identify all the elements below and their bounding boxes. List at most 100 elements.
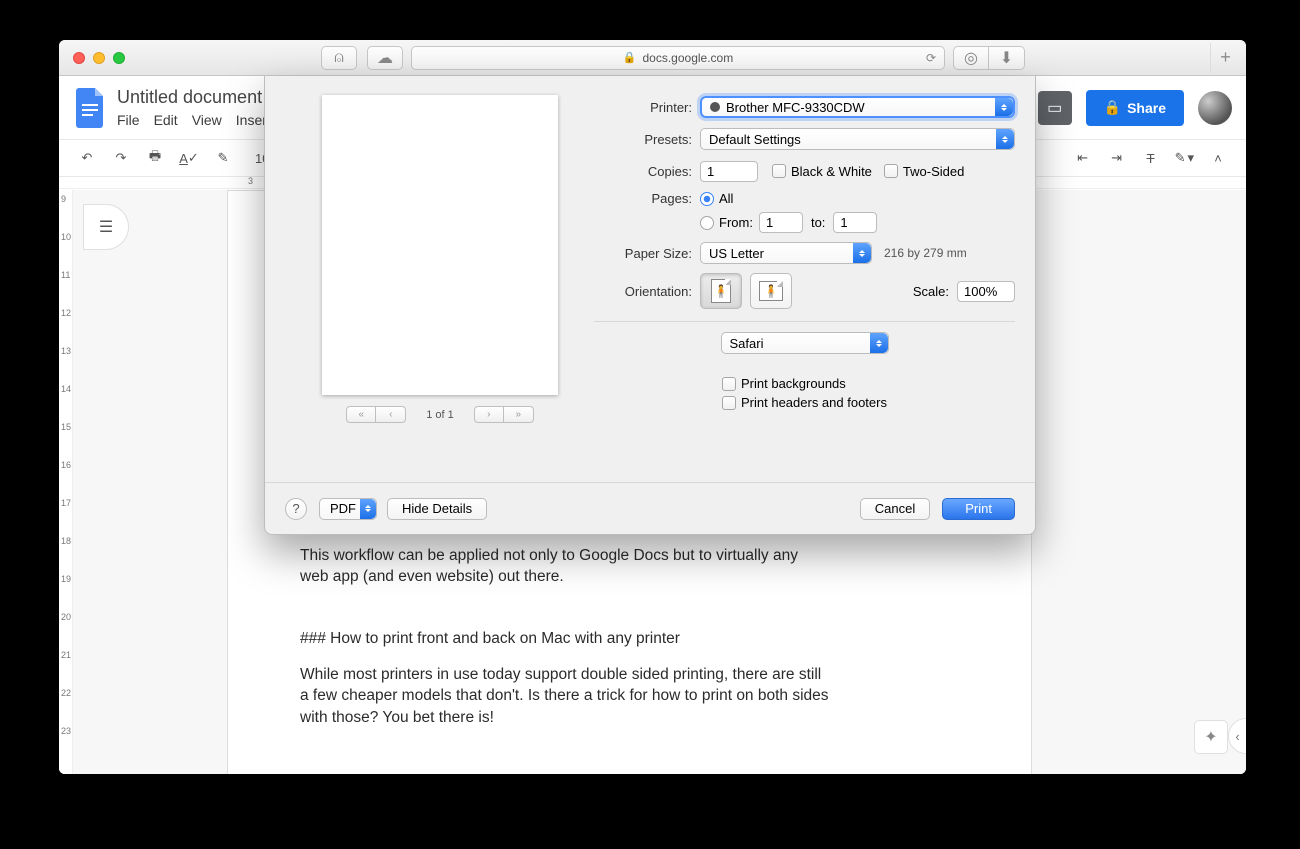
print-button[interactable]: Print [942,498,1015,520]
preview-first-button[interactable]: « [346,406,376,423]
print-headers-footers-label: Print headers and footers [741,395,887,410]
orientation-portrait-button[interactable]: 🧍 [700,273,742,309]
app-options-value: Safari [730,336,764,351]
pages-all-label: All [719,191,733,206]
presets-select[interactable]: Default Settings [700,128,1015,150]
dialog-footer: ? PDF Hide Details Cancel Print [265,482,1035,534]
chat-icon: ▭ [1047,98,1062,118]
preview-next-button[interactable]: › [474,406,504,423]
new-tab-button[interactable]: + [1210,43,1240,73]
printer-status-icon [710,102,720,112]
address-bar[interactable]: 🔒 docs.google.com ⟳ [411,46,945,70]
toolbar-button-privacy[interactable]: ◎ [953,46,989,70]
document-title[interactable]: Untitled document [117,87,271,108]
undo-button[interactable]: ↶ [77,148,97,168]
print-preview [322,95,558,395]
printer-value: Brother MFC-9330CDW [726,100,865,115]
menu-file[interactable]: File [117,112,140,128]
select-arrows-icon [853,243,871,263]
pages-from-input[interactable] [759,212,803,233]
explore-button[interactable]: ✦ [1194,720,1228,754]
paper-size-select[interactable]: US Letter [700,242,872,264]
scale-input[interactable] [957,281,1015,302]
lock-icon: 🔒 [1104,99,1121,116]
preview-last-button[interactable]: » [504,406,534,423]
presets-label: Presets: [594,132,692,147]
orientation-label: Orientation: [594,284,692,299]
reload-icon[interactable]: ⟳ [926,51,936,65]
window-controls [73,52,125,64]
pages-to-label: to: [811,215,825,230]
share-label: Share [1127,100,1166,116]
sparkle-icon: ✦ [1204,727,1217,747]
print-button[interactable]: 🖶 [145,148,165,168]
vruler-tick: 13 [61,346,71,356]
clear-format-button[interactable]: T [1141,148,1161,168]
pencil-icon: ✎ [1175,150,1186,166]
menu-edit[interactable]: Edit [154,112,178,128]
vruler-tick: 20 [61,612,71,622]
pdf-menu-button[interactable]: PDF [319,498,377,520]
vruler-tick: 11 [61,270,70,280]
paragraph: While most printers in use today support… [300,664,830,729]
portrait-icon: 🧍 [711,279,731,303]
menu-view[interactable]: View [192,112,222,128]
pages-to-input[interactable] [833,212,877,233]
side-panel-toggle[interactable]: ‹ [1228,718,1246,754]
minimize-window-button[interactable] [93,52,105,64]
extension-button-1[interactable]: ⍝ [321,46,357,70]
safari-window: ⍝ ☁ 🔒 docs.google.com ⟳ ◎ ⬇ + Untitled d… [59,40,1246,774]
redo-button[interactable]: ↷ [111,148,131,168]
app-options-select[interactable]: Safari [721,332,889,354]
preview-prev-button[interactable]: ‹ [376,406,406,423]
account-avatar[interactable] [1198,91,1232,125]
collapse-toolbar-button[interactable]: ˄ [1208,148,1228,168]
zoom-window-button[interactable] [113,52,125,64]
cancel-button[interactable]: Cancel [860,498,930,520]
vruler-tick: 17 [61,498,71,508]
presets-value: Default Settings [709,132,801,147]
outline-toggle-button[interactable]: ☰ [83,204,129,250]
orientation-landscape-button[interactable]: 🧍 [750,273,792,309]
chevron-down-icon [360,499,376,519]
pages-all-radio[interactable] [700,192,714,206]
editing-mode-button[interactable]: ✎ ▾ [1175,150,1194,166]
copies-label: Copies: [594,164,692,179]
indent-decrease-button[interactable]: ⇤ [1073,148,1093,168]
black-white-checkbox[interactable] [772,164,786,178]
printer-select[interactable]: Brother MFC-9330CDW [700,96,1015,118]
comments-button[interactable]: ▭ [1038,91,1072,125]
paper-dimensions: 216 by 279 mm [884,246,967,260]
docs-logo-icon[interactable] [73,84,109,132]
close-window-button[interactable] [73,52,85,64]
help-button[interactable]: ? [285,498,307,520]
vertical-ruler[interactable]: 9 10 11 12 13 14 15 16 17 18 19 20 21 22… [59,190,73,774]
indent-increase-button[interactable]: ⇥ [1107,148,1127,168]
heading-text: ### How to print front and back on Mac w… [300,628,959,650]
divider [594,321,1015,322]
landscape-icon: 🧍 [759,281,783,301]
paragraph: This workflow can be applied not only to… [300,545,820,588]
toolbar-button-downloads[interactable]: ⬇ [989,46,1025,70]
paper-size-label: Paper Size: [594,246,692,261]
print-backgrounds-checkbox[interactable] [722,377,736,391]
vruler-tick: 12 [61,308,71,318]
print-dialog: « ‹ 1 of 1 › » Printer: Brother MFC-9330… [264,76,1036,535]
print-backgrounds-label: Print backgrounds [741,376,846,391]
black-white-label: Black & White [791,164,872,179]
select-arrows-icon [870,333,888,353]
hide-details-button[interactable]: Hide Details [387,498,487,520]
spellcheck-button[interactable]: A✓ [179,148,199,168]
share-button[interactable]: 🔒 Share [1086,90,1184,126]
scale-label: Scale: [913,284,949,299]
extension-button-2[interactable]: ☁ [367,46,403,70]
outline-icon: ☰ [99,217,113,237]
pages-range-radio[interactable] [700,216,714,230]
vruler-tick: 23 [61,726,71,736]
vruler-tick: 9 [61,194,66,204]
copies-input[interactable] [700,161,758,182]
print-headers-footers-checkbox[interactable] [722,396,736,410]
paint-format-button[interactable]: ✎ [213,148,233,168]
two-sided-checkbox[interactable] [884,164,898,178]
ghost-icon: ⍝ [334,49,344,67]
